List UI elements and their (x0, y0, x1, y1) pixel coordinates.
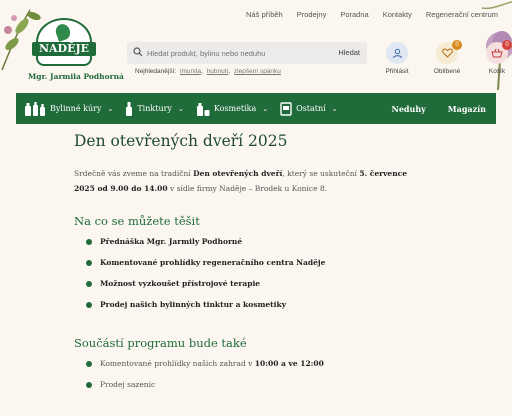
user-actions: Přihlásit 0 Oblíbené 0 Košík (380, 40, 512, 75)
list-item: Komentované prohlídky regeneračního cent… (74, 257, 424, 278)
search-bar: Hledat (127, 42, 367, 64)
favorites-count-badge: 0 (452, 40, 462, 50)
nav-other[interactable]: Ostatní ⌄ (280, 101, 338, 116)
nav-right-links: Neduhy Magazín (392, 104, 487, 114)
section-heading-highlights: Na co se můžete těšit (74, 214, 200, 228)
chevron-down-icon: ⌄ (177, 104, 184, 113)
program-list: Komentované prohlídky našich zahrad v 10… (74, 358, 424, 400)
favorites-button[interactable]: 0 Oblíbené (430, 40, 464, 75)
cart-label: Košík (488, 68, 506, 75)
nav-tinctures[interactable]: Tinktury ⌄ (125, 101, 184, 117)
leaf-icon (53, 22, 73, 42)
cart-count-badge: 0 (502, 40, 512, 50)
popular-link-sleep[interactable]: zlepšení spánku (234, 68, 281, 75)
topnav-our-story[interactable]: Náš příběh (246, 10, 283, 19)
section-heading-program: Součástí programu bude také (74, 336, 247, 350)
main-navigation: Bylinné kúry ⌄ Tinktury ⌄ Kosmetika ⌄ Os… (16, 93, 496, 124)
nav-cosmetics-label: Kosmetika (213, 104, 257, 113)
nav-ailments[interactable]: Neduhy (392, 104, 426, 114)
nav-magazine[interactable]: Magazín (448, 104, 486, 114)
popular-link-weight-loss[interactable]: hubnutí (207, 68, 229, 75)
chevron-down-icon: ⌄ (262, 104, 269, 113)
topnav-contacts[interactable]: Kontakty (383, 10, 412, 19)
program-item-time: 10:00 a ve 12:00 (254, 359, 324, 368)
nav-cosmetics[interactable]: Kosmetika ⌄ (196, 101, 268, 117)
list-item: Prodej sazenic (74, 379, 424, 400)
search-input[interactable] (147, 42, 317, 64)
program-item-text: Komentované prohlídky našich zahrad v (100, 359, 255, 368)
favorites-label: Oblíbené (433, 68, 461, 75)
intro-text-3: v sídle firmy Naděje – Brodek u Konice 8… (167, 184, 328, 193)
intro-text-1: Srdečně vás zveme na tradiční (74, 169, 194, 178)
list-item: Přednáška Mgr. Jarmily Podhorné (74, 236, 424, 257)
list-item: Komentované prohlídky našich zahrad v 10… (74, 358, 424, 379)
popular-label: Nejhledanější: (135, 68, 177, 75)
box-icon (280, 101, 292, 116)
list-item: Možnost vyzkoušet přístrojové terapie (74, 278, 424, 299)
nav-other-label: Ostatní (296, 104, 326, 113)
search-icon (133, 47, 143, 57)
bottles-icon (25, 101, 45, 116)
topnav-regeneration-center[interactable]: Regenerační centrum (426, 10, 498, 19)
nav-herbal-cures-label: Bylinné kúry (50, 104, 102, 113)
nav-herbal-cures[interactable]: Bylinné kúry ⌄ (24, 101, 113, 117)
popular-link-immunity[interactable]: imunita (180, 68, 201, 75)
topnav-advice[interactable]: Poradna (340, 10, 368, 19)
page-title: Den otevřených dveří 2025 (74, 132, 288, 150)
list-item: Prodej našich bylinných tinktur a kosmet… (74, 299, 424, 320)
chevron-down-icon: ⌄ (107, 104, 114, 113)
login-button[interactable]: Přihlásit (380, 42, 414, 75)
intro-event-name: Den otevřených dveří (193, 169, 283, 178)
nav-tinctures-label: Tinktury (137, 104, 172, 113)
site-logo[interactable]: NADĚJE Mgr. Jarmila Podhorná (28, 18, 124, 81)
cosmetics-icon (196, 102, 210, 116)
tincture-bottle-icon (126, 101, 133, 116)
logo-wordmark: NADĚJE (32, 42, 96, 56)
search-button[interactable]: Hledat (338, 48, 360, 57)
topnav-stores[interactable]: Prodejny (297, 10, 327, 19)
highlights-list: Přednáška Mgr. Jarmily Podhorné Komentov… (74, 236, 424, 320)
basket-icon: 0 (486, 40, 512, 64)
top-navigation: Náš příběh Prodejny Poradna Kontakty Reg… (246, 10, 498, 19)
logo-subtitle: Mgr. Jarmila Podhorná (28, 72, 124, 81)
article-content: Den otevřených dveří 2025 Srdečně vás zv… (74, 132, 424, 416)
user-icon (386, 42, 408, 64)
intro-paragraph: Srdečně vás zveme na tradiční Den otevře… (74, 166, 424, 196)
popular-searches: Nejhledanější: imunita, hubnutí, zlepšen… (135, 68, 281, 75)
heart-icon: 0 (436, 40, 462, 64)
cart-button[interactable]: 0 Košík (480, 40, 512, 75)
login-label: Přihlásit (385, 68, 409, 75)
chevron-down-icon: ⌄ (331, 104, 338, 113)
logo-emblem: NADĚJE (32, 18, 96, 66)
intro-text-2: , který se uskuteční (282, 169, 360, 178)
